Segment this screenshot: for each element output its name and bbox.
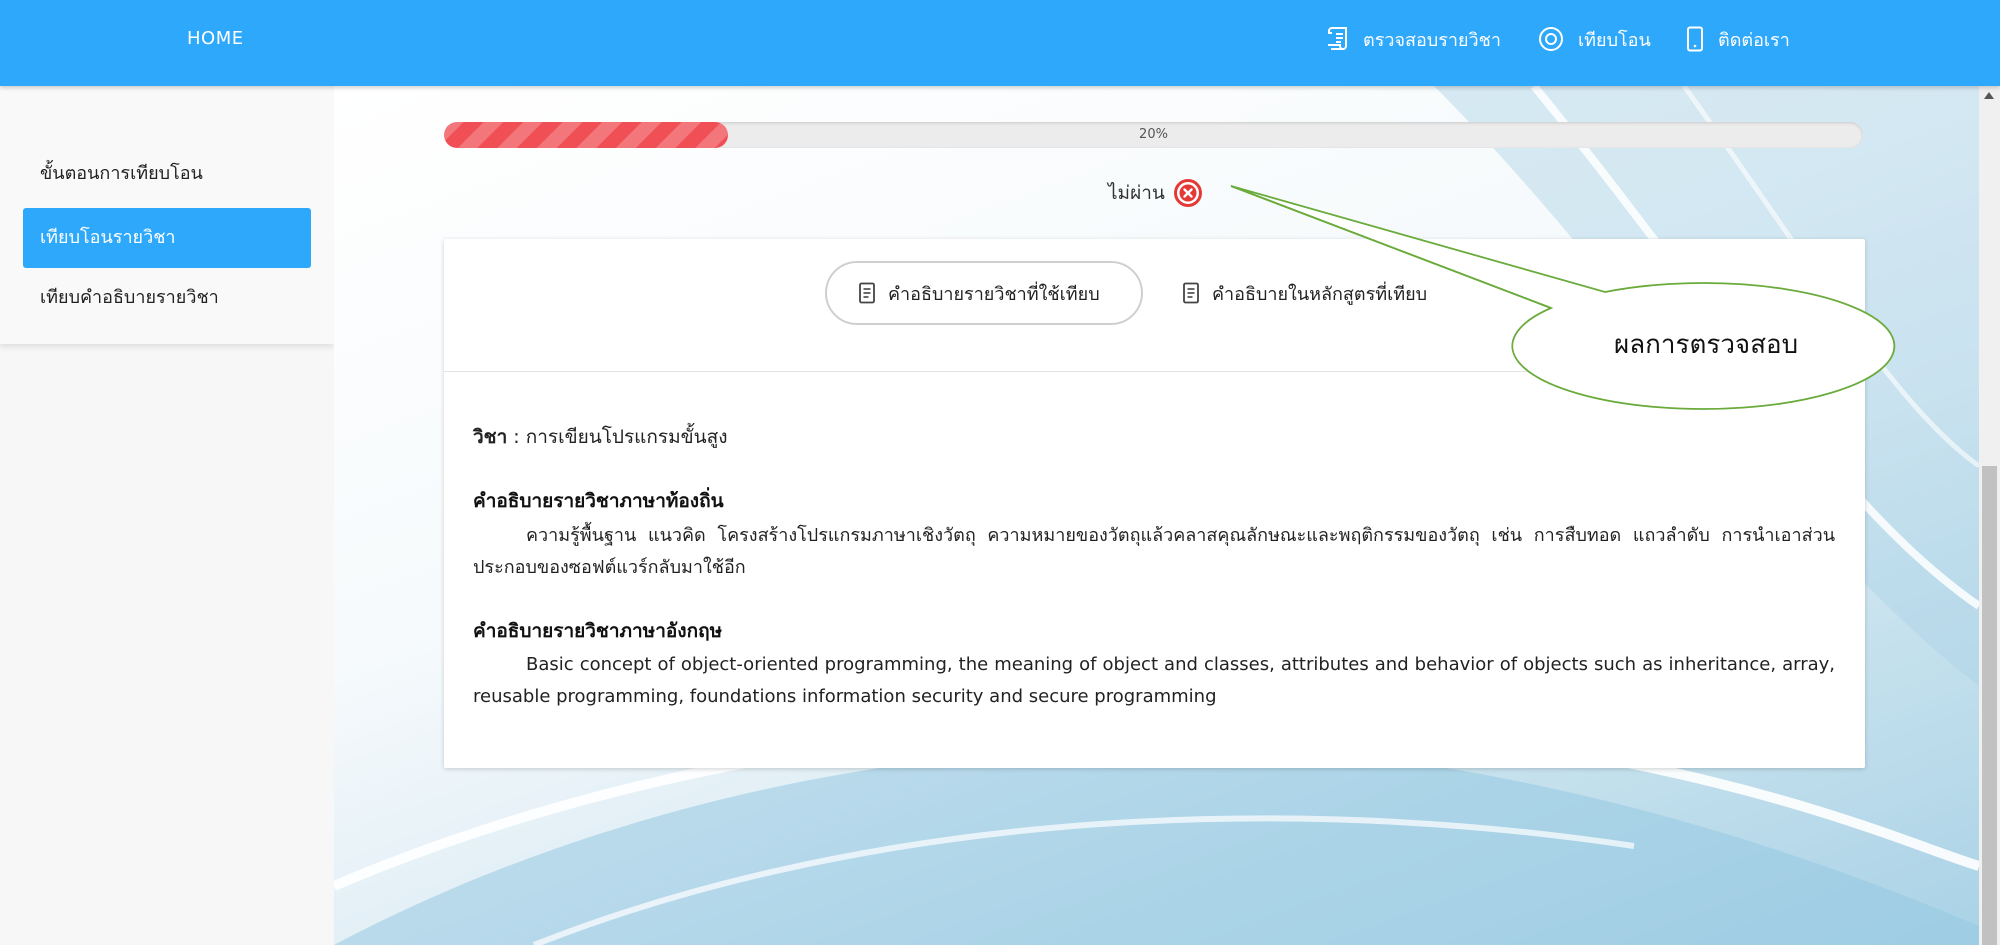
scroll-up-arrow-icon[interactable] — [1984, 92, 1994, 99]
document-icon — [859, 282, 875, 304]
course-description-card: คำอธิบายรายวิชาที่ใช้เทียบ คำอธิบายในหลั… — [444, 239, 1865, 768]
subject-line: วิชา : การเขียนโปรแกรมขั้นสูง — [473, 422, 728, 452]
scroll-thumb[interactable] — [1982, 466, 1997, 945]
local-description-text: ความรู้พื้นฐาน แนวคิด โครงสร้างโปรแกรมภา… — [473, 525, 1835, 578]
nav-check-course-label: ตรวจสอบรายวิชา — [1363, 29, 1501, 51]
nav-contact-label: ติดต่อเรา — [1718, 29, 1790, 51]
nav-home-link[interactable]: HOME — [187, 28, 244, 49]
subject-label: วิชา — [473, 426, 508, 448]
local-description-heading: คำอธิบายรายวิชาภาษาท้องถิ่น — [473, 490, 724, 512]
fail-x-circle-icon — [1173, 179, 1202, 207]
english-description-heading: คำอธิบายรายวิชาภาษาอังกฤษ — [473, 620, 723, 642]
tab-compared-description[interactable]: คำอธิบายในหลักสูตรที่เทียบ — [1182, 261, 1427, 325]
nav-compare[interactable]: เทียบโอน — [1538, 22, 1651, 56]
tab-used-description[interactable]: คำอธิบายรายวิชาที่ใช้เทียบ — [825, 261, 1143, 325]
english-description-text: Basic concept of object-oriented program… — [473, 654, 1835, 707]
sidebar-item-course-transfer[interactable]: เทียบโอนรายวิชา — [23, 208, 311, 268]
progress-label: 20% — [1139, 127, 1168, 142]
card-divider — [444, 371, 1865, 372]
progress-bar: 20% — [444, 122, 1863, 148]
top-navbar: HOME ตรวจสอบรายวิชา เทียบโอน ติดต่อเรา — [0, 0, 2000, 86]
result-label: ไม่ผ่าน — [1108, 182, 1165, 204]
subject-name: การเขียนโปรแกรมขั้นสูง — [525, 426, 728, 448]
mobile-phone-icon — [1687, 26, 1703, 52]
sidebar-item-compare-description[interactable]: เทียบคำอธิบายรายวิชา — [23, 268, 311, 328]
result-status: ไม่ผ่าน — [1108, 176, 1203, 210]
sidebar-item-steps[interactable]: ขั้นตอนการเทียบโอน — [23, 144, 311, 204]
scroll-document-icon — [1328, 27, 1347, 50]
nav-compare-label: เทียบโอน — [1578, 29, 1651, 51]
sidebar: ขั้นตอนการเทียบโอน เทียบโอนรายวิชา เทียบ… — [0, 86, 334, 344]
tab-used-label: คำอธิบายรายวิชาที่ใช้เทียบ — [888, 283, 1100, 305]
tab-compared-label: คำอธิบายในหลักสูตรที่เทียบ — [1212, 283, 1428, 305]
document-icon — [1183, 282, 1199, 304]
nav-contact[interactable]: ติดต่อเรา — [1686, 22, 1790, 56]
subject-separator: : — [513, 426, 520, 448]
callout-label: ผลการตรวจสอบ — [1614, 330, 1799, 360]
user-circle-icon — [1539, 27, 1563, 51]
nav-check-course[interactable]: ตรวจสอบรายวิชา — [1327, 22, 1501, 56]
page-scrollbar[interactable] — [1979, 86, 2000, 945]
